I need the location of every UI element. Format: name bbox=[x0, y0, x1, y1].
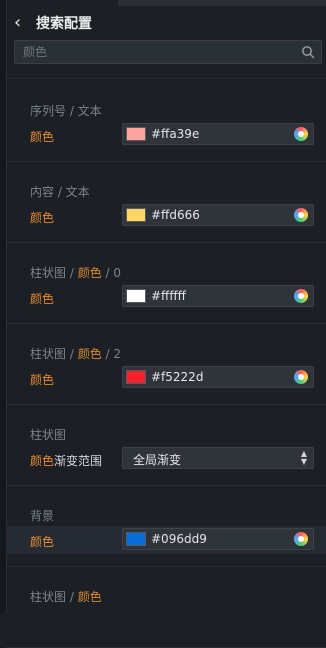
section-title: 柱状图 bbox=[30, 426, 66, 443]
select-value: 全局渐变 bbox=[133, 453, 182, 467]
setting-label-main: 颜色 bbox=[30, 130, 55, 144]
section-title-part: 颜色 bbox=[77, 266, 102, 280]
section-title-part: 颜色 bbox=[77, 590, 102, 604]
color-input[interactable]: #ffffff bbox=[122, 285, 314, 307]
section-title-part: 柱状图 bbox=[30, 428, 67, 442]
section-title-part: 颜色 bbox=[77, 347, 102, 361]
setting-label: 颜色 bbox=[30, 209, 54, 226]
setting-row: 颜色 #f5222d bbox=[6, 364, 326, 392]
setting-section: 内容 / 文本 颜色 #ffd666 bbox=[6, 163, 326, 243]
top-strip bbox=[118, 0, 326, 6]
section-title: 内容 / 文本 bbox=[30, 183, 90, 200]
color-input[interactable]: #096dd9 bbox=[122, 528, 314, 550]
section-title-part: 背景 bbox=[30, 509, 55, 523]
section-title-part: 柱状图 / bbox=[30, 266, 78, 280]
search-box bbox=[14, 40, 322, 64]
section-title: 背景 bbox=[30, 507, 54, 524]
setting-section: 背景颜色 #096dd9 bbox=[6, 487, 326, 567]
color-input[interactable]: #ffd666 bbox=[122, 204, 314, 226]
setting-label: 颜色渐变范围 bbox=[30, 452, 102, 469]
page-title: 搜索配置 bbox=[36, 16, 92, 32]
section-title-part: / 2 bbox=[101, 347, 122, 361]
section-title-part: 柱状图 / bbox=[30, 590, 78, 604]
color-hex-value[interactable]: #ffa39e bbox=[151, 127, 199, 141]
setting-row: 颜色渐变范围 全局渐变 ▲ ▼ bbox=[6, 445, 326, 473]
color-hex-value[interactable]: #096dd9 bbox=[151, 532, 207, 546]
setting-section: 柱状图 / 颜色 bbox=[6, 568, 326, 648]
setting-section: 柱状图颜色渐变范围 全局渐变 ▲ ▼ bbox=[6, 406, 326, 486]
color-picker-icon[interactable] bbox=[294, 370, 308, 384]
color-picker-icon[interactable] bbox=[294, 289, 308, 303]
color-picker-icon[interactable] bbox=[294, 208, 308, 222]
search-input[interactable] bbox=[15, 41, 301, 63]
setting-label-main: 颜色 bbox=[30, 454, 55, 468]
setting-label-main: 颜色 bbox=[30, 373, 55, 387]
color-picker-icon[interactable] bbox=[294, 532, 308, 546]
section-title: 柱状图 / 颜色 bbox=[30, 588, 102, 605]
setting-label-main: 颜色 bbox=[30, 211, 55, 225]
color-picker-icon[interactable] bbox=[294, 127, 308, 141]
search-icon[interactable] bbox=[301, 45, 315, 59]
setting-label-main: 颜色 bbox=[30, 535, 55, 549]
setting-label: 颜色 bbox=[30, 290, 54, 307]
color-hex-value[interactable]: #ffd666 bbox=[151, 208, 200, 222]
color-input[interactable]: #ffa39e bbox=[122, 123, 314, 145]
color-swatch[interactable] bbox=[126, 532, 146, 546]
setting-row: 颜色 #ffffff bbox=[6, 283, 326, 311]
setting-label: 颜色 bbox=[30, 533, 54, 550]
setting-section: 序列号 / 文本 颜色 #ffa39e bbox=[6, 82, 326, 162]
color-hex-value[interactable]: #f5222d bbox=[151, 370, 203, 384]
section-title: 序列号 / 文本 bbox=[30, 102, 102, 119]
section-title-part: 内容 / 文本 bbox=[30, 185, 90, 199]
chevron-left-icon[interactable]: ‹ bbox=[14, 14, 34, 32]
section-title-part: 序列号 / 文本 bbox=[30, 104, 102, 118]
updown-arrows-icon[interactable]: ▲ ▼ bbox=[299, 450, 309, 466]
color-swatch[interactable] bbox=[126, 289, 146, 303]
setting-row: 颜色 #096dd9 bbox=[6, 526, 326, 554]
setting-label-main: 颜色 bbox=[30, 292, 55, 306]
setting-row: 颜色 #ffa39e bbox=[6, 121, 326, 149]
color-swatch[interactable] bbox=[126, 208, 146, 222]
color-swatch[interactable] bbox=[126, 370, 146, 384]
section-title: 柱状图 / 颜色 / 2 bbox=[30, 345, 121, 362]
setting-label-suffix: 渐变范围 bbox=[54, 454, 103, 468]
color-hex-value[interactable]: #ffffff bbox=[151, 289, 186, 303]
divider bbox=[6, 78, 326, 79]
section-title-part: 柱状图 / bbox=[30, 347, 78, 361]
section-title-part: / 0 bbox=[101, 266, 122, 280]
color-input[interactable]: #f5222d bbox=[122, 366, 314, 388]
gradient-range-select[interactable]: 全局渐变 ▲ ▼ bbox=[122, 447, 314, 469]
header: ‹ 搜索配置 bbox=[6, 8, 326, 38]
setting-label: 颜色 bbox=[30, 128, 54, 145]
section-title: 柱状图 / 颜色 / 0 bbox=[30, 264, 121, 281]
setting-label: 颜色 bbox=[30, 371, 54, 388]
setting-row: 颜色 #ffd666 bbox=[6, 202, 326, 230]
setting-section: 柱状图 / 颜色 / 2 颜色 #f5222d bbox=[6, 325, 326, 405]
color-swatch[interactable] bbox=[126, 127, 146, 141]
setting-section: 柱状图 / 颜色 / 0 颜色 #ffffff bbox=[6, 244, 326, 324]
